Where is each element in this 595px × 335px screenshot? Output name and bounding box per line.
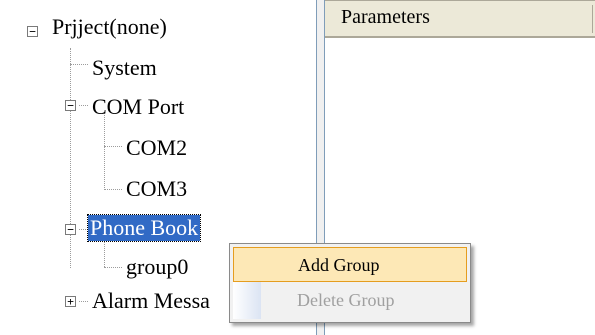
tree-node-alarm-messages[interactable]: Alarm Messa bbox=[90, 288, 212, 314]
tree-node-com2[interactable]: COM2 bbox=[124, 135, 189, 161]
context-menu: Add Group Delete Group bbox=[229, 243, 471, 323]
tree-connector bbox=[104, 112, 105, 190]
tree-node-system[interactable]: System bbox=[90, 55, 159, 81]
collapse-icon[interactable]: − bbox=[65, 224, 76, 235]
tree-node-com3[interactable]: COM3 bbox=[124, 176, 189, 202]
tree-connector bbox=[104, 146, 122, 147]
tree-node-project[interactable]: Prjject(none) bbox=[50, 14, 169, 40]
menu-item-delete-group: Delete Group bbox=[233, 283, 467, 318]
tree-connector bbox=[79, 229, 88, 230]
tree-connector bbox=[79, 105, 88, 106]
tree-connector bbox=[104, 189, 122, 190]
tree-connector bbox=[79, 301, 88, 302]
tree-node-com-port[interactable]: COM Port bbox=[90, 94, 186, 120]
tree-node-phone-book[interactable]: Phone Book bbox=[86, 214, 202, 242]
tree-node-group0[interactable]: group0 bbox=[124, 254, 190, 280]
menu-item-label: Delete Group bbox=[297, 290, 395, 310]
tree-connector bbox=[104, 267, 122, 268]
collapse-icon[interactable]: − bbox=[65, 100, 76, 111]
menu-item-label: Add Group bbox=[298, 255, 380, 275]
column-divider[interactable] bbox=[592, 5, 593, 33]
parameters-column-header[interactable]: Parameters bbox=[325, 0, 595, 38]
tree-connector bbox=[70, 64, 88, 65]
parameters-header-label: Parameters bbox=[341, 6, 430, 28]
expand-icon[interactable]: + bbox=[65, 296, 76, 307]
menu-item-add-group[interactable]: Add Group bbox=[233, 247, 467, 282]
collapse-icon[interactable]: − bbox=[27, 26, 38, 37]
